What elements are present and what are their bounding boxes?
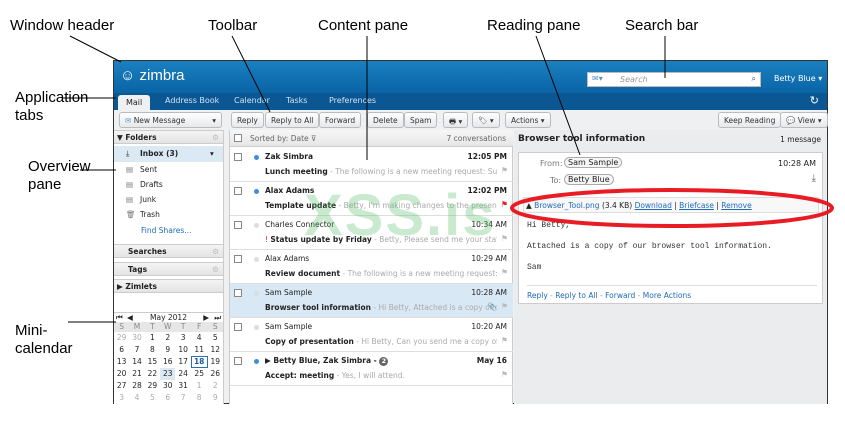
highlight-ellipse bbox=[510, 188, 834, 228]
leader-line bbox=[69, 35, 122, 63]
annotation-overlay bbox=[62, 35, 834, 323]
leader-line bbox=[231, 35, 271, 113]
leader-line bbox=[535, 35, 581, 156]
